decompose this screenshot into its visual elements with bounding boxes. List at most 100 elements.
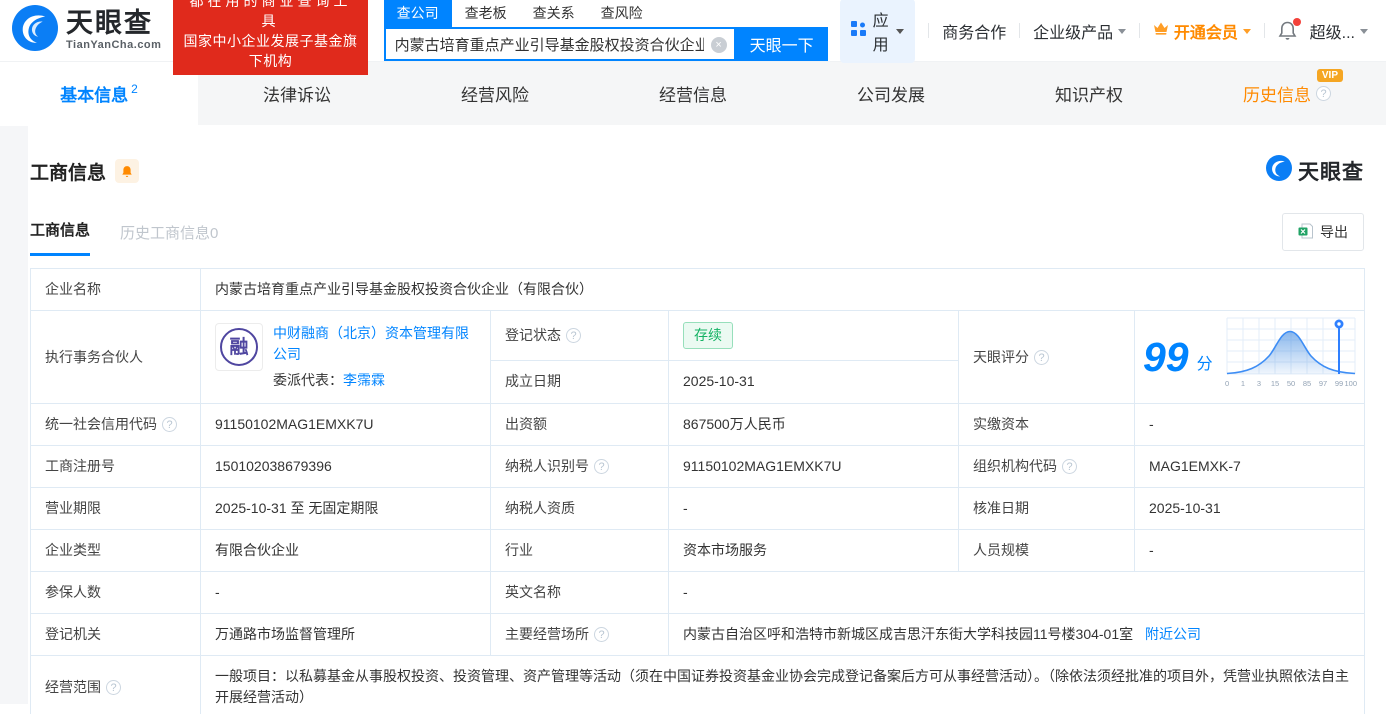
reg-authority-label: 登记机关 [30, 613, 201, 656]
label-text: 统一社会信用代码 [45, 416, 157, 432]
slogan-line2: 国家中小企业发展子基金旗下机构 [183, 32, 358, 69]
insured-label: 参保人数 [30, 571, 201, 614]
search-button[interactable]: 天眼一下 [735, 27, 828, 61]
tab-label: 法律诉讼 [263, 86, 331, 105]
clear-search-icon[interactable]: × [710, 37, 727, 53]
tab-label: 经营风险 [461, 86, 529, 105]
question-icon[interactable]: ? [106, 679, 121, 695]
question-icon[interactable]: ? [162, 417, 177, 432]
question-icon[interactable]: ? [594, 459, 609, 474]
left-gutter [0, 126, 28, 704]
paid-capital-label: 实缴资本 [958, 403, 1135, 446]
divider [928, 23, 930, 38]
menu-enterprise[interactable]: 企业级产品 [1033, 19, 1127, 43]
subtab-history-business-info[interactable]: 历史工商信息0 [120, 222, 218, 256]
partner-company-link[interactable]: 中财融商（北京）资本管理有限公司 [273, 325, 469, 362]
rep-link[interactable]: 李霈霖 [343, 372, 385, 388]
taxpayer-quality-label: 纳税人资质 [490, 487, 669, 530]
tab-operation-info[interactable]: 经营信息 [594, 62, 792, 125]
menu-open-vip[interactable]: 开通会员 [1153, 19, 1251, 43]
label-text: 登记状态 [505, 326, 561, 343]
partner-cell: 融 中财融商（北京）资本管理有限公司 委派代表：李霈霖 [200, 310, 491, 404]
chevron-down-icon [896, 28, 905, 38]
capital-value: 867500万人民币 [668, 403, 959, 446]
org-code-value: MAG1EMXK-7 [1133, 445, 1366, 488]
tab-intellectual-property[interactable]: 知识产权 [990, 62, 1188, 125]
search-tab-relation[interactable]: 查关系 [520, 0, 588, 27]
table-row: 统一社会信用代码? 91150102MAG1EMXK7U 出资额 867500万… [30, 403, 1366, 446]
tab-label: 基本信息 [60, 86, 129, 105]
svg-text:97: 97 [1318, 379, 1326, 388]
staff-size-label: 人员规模 [958, 529, 1135, 572]
business-scope-label: 经营范围? [30, 655, 201, 714]
score-value: 99 [1143, 333, 1189, 380]
partner-logo-char: 融 [220, 328, 258, 366]
svg-text:0: 0 [1225, 379, 1229, 388]
label-text: 组织机构代码 [973, 458, 1057, 474]
approval-date-label: 核准日期 [958, 487, 1135, 530]
svg-text:1: 1 [1241, 379, 1245, 388]
menu-cooperation[interactable]: 商务合作 [942, 19, 1006, 43]
tab-label: 历史信息 [1243, 86, 1311, 105]
credit-code-label: 统一社会信用代码? [30, 403, 201, 446]
subtab-business-info[interactable]: 工商信息 [30, 219, 91, 256]
table-row: 企业类型 有限合伙企业 行业 资本市场服务 人员规模 - [30, 529, 1366, 572]
capital-label: 出资额 [490, 403, 669, 446]
subtab-count: 0 [210, 225, 219, 242]
divider [1263, 23, 1265, 38]
crown-icon [1153, 21, 1169, 40]
business-site-value: 内蒙古自治区呼和浩特市新城区成吉思汗东街大学科技园11号楼304-01室 附近公… [667, 613, 1366, 656]
tianyancha-eye-icon [12, 5, 58, 56]
status-badge: 存续 [683, 321, 733, 349]
notification-dot [1292, 17, 1301, 26]
table-row: 工商注册号 150102038679396 纳税人识别号? 91150102MA… [30, 445, 1366, 488]
company-type-value: 有限合伙企业 [200, 529, 491, 572]
tab-operation-risk[interactable]: 经营风险 [396, 62, 594, 125]
notification-bell-icon[interactable] [1278, 17, 1301, 41]
search-tab-boss[interactable]: 查老板 [452, 0, 520, 27]
address-text: 内蒙古自治区呼和浩特市新城区成吉思汗东街大学科技园11号楼304-01室 [683, 626, 1134, 642]
tab-history-info[interactable]: VIP 历史信息 ? [1188, 62, 1386, 125]
reg-number-value: 150102038679396 [200, 445, 491, 488]
apps-menu[interactable]: 应用 [839, 0, 916, 63]
enterprise-label: 企业级产品 [1033, 24, 1114, 42]
tab-count: 2 [131, 81, 138, 96]
search-input[interactable] [385, 29, 734, 59]
menu-super-vip[interactable]: 超级... [1310, 19, 1368, 43]
question-icon[interactable]: ? [1316, 86, 1331, 101]
svg-text:15: 15 [1270, 379, 1278, 388]
chevron-down-icon [1118, 28, 1127, 38]
tab-basic-info[interactable]: 基本信息 2 [0, 62, 198, 125]
section-title: 工商信息 [30, 162, 107, 184]
est-date-value: 2025-10-31 [668, 359, 959, 405]
divider [1139, 23, 1140, 38]
business-scope-value: 一般项目：以私募基金从事股权投资、投资管理、资产管理等活动（须在中国证券投资基金… [199, 655, 1366, 714]
paid-capital-value: - [1133, 403, 1366, 446]
monitor-bell-icon[interactable] [115, 159, 140, 183]
question-icon[interactable]: ? [594, 627, 609, 642]
apps-label: 应用 [872, 12, 889, 54]
question-icon[interactable]: ? [1062, 459, 1077, 474]
tab-label: 经营信息 [659, 86, 727, 105]
score-cell[interactable]: 99 分 0 1 3 15 50 85 97 99 100 [1133, 310, 1366, 404]
logo-title: 天眼查 [66, 8, 153, 38]
term-label: 营业期限 [30, 487, 201, 530]
svg-text:85: 85 [1302, 379, 1310, 388]
reg-status-label: 登记状态? [490, 310, 669, 361]
question-icon[interactable]: ? [566, 327, 581, 343]
export-button[interactable]: 导出 [1282, 213, 1364, 251]
search-tab-risk[interactable]: 查风险 [588, 0, 656, 27]
vip-badge: VIP [1316, 69, 1343, 82]
slogan-line1: 都在用的商业查询工具 [189, 0, 352, 29]
tab-label: 知识产权 [1055, 86, 1123, 105]
nearby-companies-link[interactable]: 附近公司 [1145, 626, 1201, 642]
tianyancha-logo[interactable]: 天眼查 TianYanCha.com [12, 5, 161, 56]
industry-value: 资本市场服务 [668, 529, 959, 572]
partner-logo[interactable]: 融 [215, 323, 263, 371]
export-label: 导出 [1320, 224, 1348, 240]
reg-authority-value: 万通路市场监督管理所 [200, 613, 491, 656]
search-tab-company[interactable]: 查公司 [383, 0, 452, 27]
tab-company-development[interactable]: 公司发展 [792, 62, 990, 125]
tab-label: 公司发展 [857, 86, 925, 105]
question-icon[interactable]: ? [1034, 349, 1049, 365]
